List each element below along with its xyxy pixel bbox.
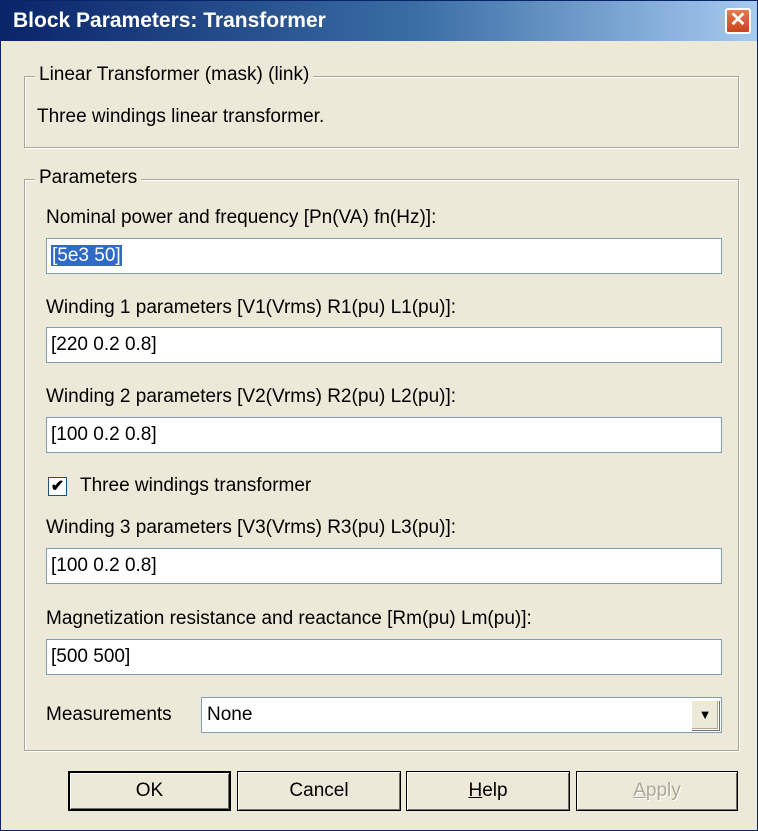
three-windings-label[interactable]: Three windings transformer <box>80 475 311 497</box>
help-label: elp <box>482 780 508 801</box>
winding3-label: Winding 3 parameters [V3(Vrms) R3(pu) L3… <box>46 517 457 538</box>
winding3-field[interactable]: [100 0.2 0.8] <box>46 548 722 584</box>
apply-button[interactable]: Apply <box>576 771 738 811</box>
description-group: Linear Transformer (mask) (link) Three w… <box>24 64 739 148</box>
measurements-select[interactable]: None ▼ <box>201 697 722 733</box>
winding2-label: Winding 2 parameters [V2(Vrms) R2(pu) L2… <box>46 386 457 407</box>
apply-mnemonic: A <box>633 780 646 801</box>
measurements-label: Measurements <box>46 704 172 725</box>
measurements-value: None <box>207 704 253 725</box>
help-button[interactable]: Help <box>406 771 570 811</box>
chevron-down-icon[interactable]: ▼ <box>691 700 719 730</box>
cancel-button[interactable]: Cancel <box>237 771 401 811</box>
nominal-value: [5e3 50] <box>51 245 122 266</box>
help-mnemonic: H <box>468 780 483 801</box>
nominal-field[interactable]: [5e3 50] <box>46 238 722 274</box>
parameters-group: Parameters Nominal power and frequency [… <box>24 167 739 751</box>
description-text: Three windings linear transformer. <box>37 106 325 127</box>
apply-label: pply <box>645 780 681 801</box>
winding2-field[interactable]: [100 0.2 0.8] <box>46 417 722 453</box>
three-windings-checkbox[interactable]: ✔ <box>48 477 67 496</box>
magnetization-label: Magnetization resistance and reactance [… <box>46 608 532 629</box>
ok-button[interactable]: OK <box>68 771 231 811</box>
description-legend: Linear Transformer (mask) (link) <box>35 64 314 86</box>
title-bar[interactable]: Block Parameters: Transformer ✕ <box>1 1 757 41</box>
parameters-legend: Parameters <box>35 167 142 189</box>
close-icon[interactable]: ✕ <box>725 8 751 34</box>
winding1-label: Winding 1 parameters [V1(Vrms) R1(pu) L1… <box>46 297 457 318</box>
magnetization-field[interactable]: [500 500] <box>46 639 722 675</box>
block-parameters-dialog: Block Parameters: Transformer ✕ Linear T… <box>0 0 758 831</box>
winding1-field[interactable]: [220 0.2 0.8] <box>46 327 722 363</box>
nominal-label: Nominal power and frequency [Pn(VA) fn(H… <box>46 207 437 228</box>
window-title: Block Parameters: Transformer <box>13 9 326 32</box>
